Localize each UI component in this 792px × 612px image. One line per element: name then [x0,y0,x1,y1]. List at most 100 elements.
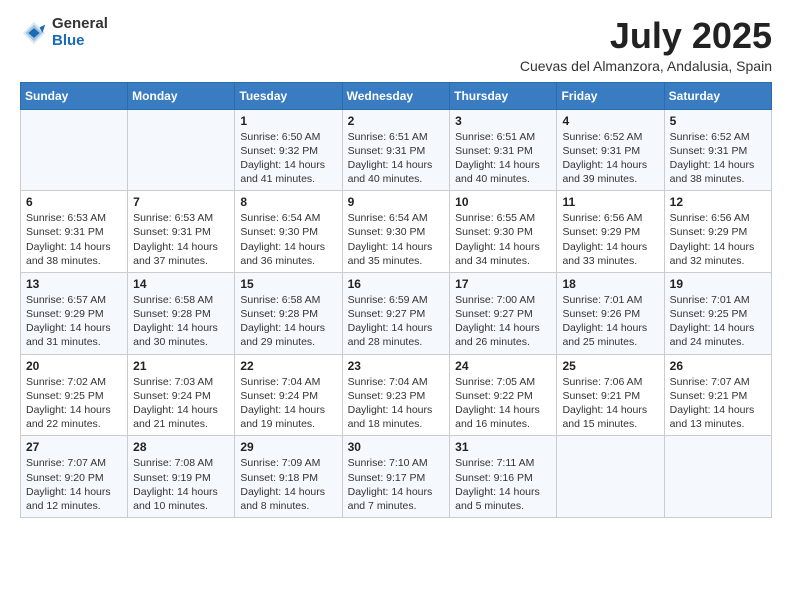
day-number: 29 [240,440,336,454]
day-info: Sunrise: 6:53 AMSunset: 9:31 PMDaylight:… [26,211,122,268]
title-block: July 2025 Cuevas del Almanzora, Andalusi… [520,16,772,74]
calendar-cell: 17 Sunrise: 7:00 AMSunset: 9:27 PMDayligh… [450,272,557,354]
day-number: 12 [670,195,766,209]
calendar-cell: 10 Sunrise: 6:55 AMSunset: 9:30 PMDayligh… [450,191,557,273]
day-number: 22 [240,359,336,373]
calendar-cell: 13 Sunrise: 6:57 AMSunset: 9:29 PMDayligh… [21,272,128,354]
day-number: 13 [26,277,122,291]
week-row-4: 20 Sunrise: 7:02 AMSunset: 9:25 PMDayligh… [21,354,772,436]
day-number: 31 [455,440,551,454]
day-info: Sunrise: 7:07 AMSunset: 9:20 PMDaylight:… [26,456,122,513]
week-row-1: 1 Sunrise: 6:50 AMSunset: 9:32 PMDaylight… [21,109,772,191]
day-number: 16 [348,277,445,291]
calendar-cell: 12 Sunrise: 6:56 AMSunset: 9:29 PMDayligh… [664,191,771,273]
day-number: 14 [133,277,229,291]
day-number: 10 [455,195,551,209]
calendar-cell: 7 Sunrise: 6:53 AMSunset: 9:31 PMDaylight… [128,191,235,273]
day-info: Sunrise: 6:53 AMSunset: 9:31 PMDaylight:… [133,211,229,268]
day-number: 18 [562,277,658,291]
day-number: 30 [348,440,445,454]
day-info: Sunrise: 6:51 AMSunset: 9:31 PMDaylight:… [348,130,445,187]
day-number: 17 [455,277,551,291]
day-info: Sunrise: 6:54 AMSunset: 9:30 PMDaylight:… [240,211,336,268]
day-info: Sunrise: 6:54 AMSunset: 9:30 PMDaylight:… [348,211,445,268]
logo-blue-label: Blue [52,33,108,50]
calendar-cell: 11Sunrise: 6:56 AMSunset: 9:29 PMDayligh… [557,191,664,273]
day-info: Sunrise: 7:11 AMSunset: 9:16 PMDaylight:… [455,456,551,513]
calendar-cell: 28 Sunrise: 7:08 AMSunset: 9:19 PMDayligh… [128,436,235,518]
calendar-cell: 25 Sunrise: 7:06 AMSunset: 9:21 PMDayligh… [557,354,664,436]
calendar-cell: 26Sunrise: 7:07 AMSunset: 9:21 PMDayligh… [664,354,771,436]
day-number: 20 [26,359,122,373]
header-row: SundayMondayTuesdayWednesdayThursdayFrid… [21,82,772,109]
day-number: 7 [133,195,229,209]
calendar-cell: 16 Sunrise: 6:59 AMSunset: 9:27 PMDayligh… [342,272,450,354]
logo-icon [20,19,48,47]
calendar-cell: 18 Sunrise: 7:01 AMSunset: 9:26 PMDayligh… [557,272,664,354]
calendar-cell: 9 Sunrise: 6:54 AMSunset: 9:30 PMDaylight… [342,191,450,273]
day-number: 28 [133,440,229,454]
day-info: Sunrise: 7:00 AMSunset: 9:27 PMDaylight:… [455,293,551,350]
week-row-3: 13 Sunrise: 6:57 AMSunset: 9:29 PMDayligh… [21,272,772,354]
day-info: Sunrise: 6:56 AMSunset: 9:29 PMDaylight:… [670,211,766,268]
day-info: Sunrise: 7:06 AMSunset: 9:21 PMDaylight:… [562,375,658,432]
day-number: 24 [455,359,551,373]
day-info: Sunrise: 7:01 AMSunset: 9:26 PMDaylight:… [562,293,658,350]
calendar-body: 1 Sunrise: 6:50 AMSunset: 9:32 PMDaylight… [21,109,772,517]
day-info: Sunrise: 6:51 AMSunset: 9:31 PMDaylight:… [455,130,551,187]
day-number: 9 [348,195,445,209]
day-number: 1 [240,114,336,128]
month-title: July 2025 [520,16,772,56]
day-info: Sunrise: 7:03 AMSunset: 9:24 PMDaylight:… [133,375,229,432]
header-day-monday: Monday [128,82,235,109]
day-info: Sunrise: 7:01 AMSunset: 9:25 PMDaylight:… [670,293,766,350]
calendar-header: SundayMondayTuesdayWednesdayThursdayFrid… [21,82,772,109]
day-number: 8 [240,195,336,209]
day-number: 6 [26,195,122,209]
day-number: 11 [562,195,658,209]
calendar-cell [21,109,128,191]
calendar-cell [557,436,664,518]
calendar-cell: 31 Sunrise: 7:11 AMSunset: 9:16 PMDayligh… [450,436,557,518]
calendar-cell [128,109,235,191]
day-number: 3 [455,114,551,128]
day-info: Sunrise: 6:59 AMSunset: 9:27 PMDaylight:… [348,293,445,350]
calendar-cell: 19 Sunrise: 7:01 AMSunset: 9:25 PMDayligh… [664,272,771,354]
day-info: Sunrise: 6:52 AMSunset: 9:31 PMDaylight:… [562,130,658,187]
calendar-cell: 23 Sunrise: 7:04 AMSunset: 9:23 PMDayligh… [342,354,450,436]
day-info: Sunrise: 7:09 AMSunset: 9:18 PMDaylight:… [240,456,336,513]
calendar-cell: 30Sunrise: 7:10 AMSunset: 9:17 PMDayligh… [342,436,450,518]
day-info: Sunrise: 6:55 AMSunset: 9:30 PMDaylight:… [455,211,551,268]
header-day-thursday: Thursday [450,82,557,109]
day-info: Sunrise: 7:04 AMSunset: 9:23 PMDaylight:… [348,375,445,432]
day-number: 21 [133,359,229,373]
day-info: Sunrise: 6:50 AMSunset: 9:32 PMDaylight:… [240,130,336,187]
calendar-cell: 15Sunrise: 6:58 AMSunset: 9:28 PMDayligh… [235,272,342,354]
day-number: 19 [670,277,766,291]
day-info: Sunrise: 7:05 AMSunset: 9:22 PMDaylight:… [455,375,551,432]
calendar-cell: 22 Sunrise: 7:04 AMSunset: 9:24 PMDayligh… [235,354,342,436]
header-day-friday: Friday [557,82,664,109]
calendar-cell: 27 Sunrise: 7:07 AMSunset: 9:20 PMDayligh… [21,436,128,518]
day-info: Sunrise: 7:02 AMSunset: 9:25 PMDaylight:… [26,375,122,432]
day-info: Sunrise: 7:08 AMSunset: 9:19 PMDaylight:… [133,456,229,513]
day-number: 25 [562,359,658,373]
day-number: 2 [348,114,445,128]
day-number: 27 [26,440,122,454]
header-day-sunday: Sunday [21,82,128,109]
calendar-cell: 2 Sunrise: 6:51 AMSunset: 9:31 PMDaylight… [342,109,450,191]
calendar-cell: 6 Sunrise: 6:53 AMSunset: 9:31 PMDaylight… [21,191,128,273]
day-info: Sunrise: 6:58 AMSunset: 9:28 PMDaylight:… [133,293,229,350]
week-row-2: 6 Sunrise: 6:53 AMSunset: 9:31 PMDaylight… [21,191,772,273]
day-info: Sunrise: 6:58 AMSunset: 9:28 PMDaylight:… [240,293,336,350]
day-number: 23 [348,359,445,373]
header-day-tuesday: Tuesday [235,82,342,109]
day-number: 5 [670,114,766,128]
calendar-cell [664,436,771,518]
calendar-cell: 5Sunrise: 6:52 AMSunset: 9:31 PMDaylight… [664,109,771,191]
calendar-cell: 20 Sunrise: 7:02 AMSunset: 9:25 PMDayligh… [21,354,128,436]
logo: General Blue [20,16,108,49]
day-info: Sunrise: 7:04 AMSunset: 9:24 PMDaylight:… [240,375,336,432]
day-info: Sunrise: 6:57 AMSunset: 9:29 PMDaylight:… [26,293,122,350]
calendar-cell: 4Sunrise: 6:52 AMSunset: 9:31 PMDaylight… [557,109,664,191]
